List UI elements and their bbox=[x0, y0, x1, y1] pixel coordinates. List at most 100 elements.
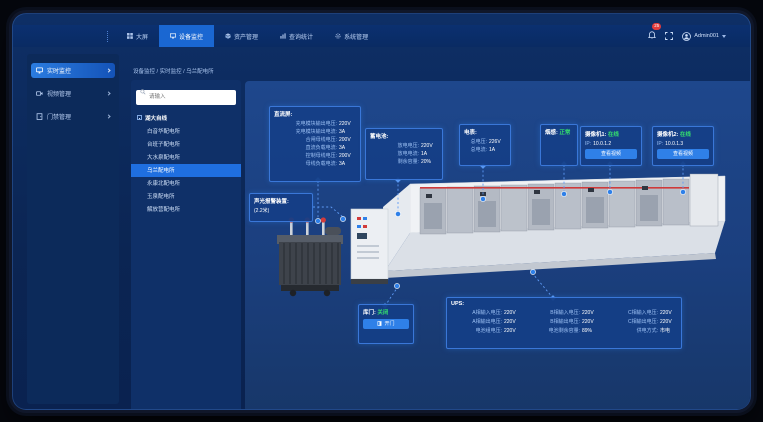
nav-item-label: 设备监控 bbox=[179, 32, 203, 41]
nav-item-assets[interactable]: 资产管理 bbox=[214, 25, 269, 47]
metric-label: 总电流: bbox=[464, 146, 487, 154]
sidebar-item-realtime-monitor[interactable]: 实时监控 bbox=[31, 63, 115, 78]
tree-root-label: 湖大自线 bbox=[145, 114, 167, 122]
search-input[interactable] bbox=[136, 90, 236, 105]
camera1-panel: 摄像机1: 在线 IP:10.0.1.2 查看视频 bbox=[580, 126, 642, 166]
chevron-right-icon bbox=[106, 68, 110, 72]
notification-bell[interactable]: 25 bbox=[648, 27, 656, 45]
metric-label: 剩余容量: bbox=[370, 158, 419, 166]
metric-label: 电池组电压: bbox=[451, 327, 502, 335]
sidebar-item-access-control[interactable]: 门禁管理 bbox=[31, 109, 115, 124]
panel-title: 电表: bbox=[464, 128, 506, 136]
panel-title: 蓄电池: bbox=[370, 132, 438, 140]
metric-label: 直流负载电流: bbox=[274, 144, 337, 152]
search-icon bbox=[140, 89, 146, 95]
metric-label: 放电电流: bbox=[370, 150, 419, 158]
collapse-icon bbox=[137, 115, 142, 120]
nav-item-label: 系统管理 bbox=[344, 32, 368, 41]
ip-value: 10.0.1.3 bbox=[665, 140, 683, 148]
metric-value: 220V bbox=[660, 309, 677, 317]
metric-label: 合闸母线电压: bbox=[274, 136, 337, 144]
metric-value: 1A bbox=[421, 150, 438, 158]
smoke-status: 正常 bbox=[559, 130, 570, 136]
ups-metrics-grid: A相输入电压:220V B相输入电压:220V C相输入电压:220V A相输出… bbox=[451, 309, 677, 335]
panel-title: UPS: bbox=[451, 301, 677, 307]
metric-value: 3A bbox=[339, 144, 356, 152]
bell-icon bbox=[648, 31, 656, 40]
sound-alarm-panel: 声光报警装置: (2.2米) bbox=[249, 193, 313, 222]
tree-item-station[interactable]: 永康北配电所 bbox=[131, 177, 241, 190]
sidebar-item-label: 门禁管理 bbox=[47, 112, 71, 121]
metric-label: 充电模块输出电流: bbox=[274, 128, 337, 136]
panel-title: 直流屏: bbox=[274, 110, 356, 118]
sidebar-item-label: 视频管理 bbox=[47, 89, 71, 98]
user-name: Admin001 bbox=[694, 33, 719, 39]
tree-item-station[interactable]: 白音华配电所 bbox=[131, 125, 241, 138]
camera-label: 摄像机1: bbox=[585, 132, 606, 138]
door-status: 关闭 bbox=[377, 310, 388, 316]
metric-value: 220V bbox=[504, 309, 521, 317]
station-tree-panel: 湖大自线 白音华配电所 台班子配电所 大水泉配电所 乌兰配电所 永康北配电所 玉… bbox=[131, 80, 241, 410]
monitor-icon bbox=[170, 33, 176, 39]
sidebar-item-video-manage[interactable]: 视频管理 bbox=[31, 86, 115, 101]
metric-label: C相输入电压: bbox=[607, 309, 658, 317]
metric-value: 220V bbox=[339, 120, 356, 128]
sound-alarm-label: 声光报警装置: bbox=[254, 197, 308, 205]
smoke-sensor-panel: 烟感: 正常 bbox=[540, 124, 578, 166]
sound-alarm-value: (2.2米) bbox=[254, 207, 271, 215]
metric-value: 200V bbox=[339, 152, 356, 160]
open-door-button[interactable]: 开门 bbox=[363, 319, 409, 329]
metric-label: 供电方式: bbox=[607, 327, 658, 335]
tree-item-station-selected[interactable]: 乌兰配电所 bbox=[131, 164, 241, 177]
metric-label: 放电电压: bbox=[370, 142, 419, 150]
metric-value: 220V bbox=[504, 327, 521, 335]
metric-value: 200V bbox=[339, 136, 356, 144]
metric-label: 电池剩余容量: bbox=[529, 327, 580, 335]
metric-label: A相输出电压: bbox=[451, 318, 502, 326]
left-sidebar: 实时监控 视频管理 门禁管理 bbox=[27, 54, 119, 404]
sidebar-item-label: 实时监控 bbox=[47, 66, 71, 75]
monitor-icon bbox=[36, 67, 43, 74]
ip-value: 10.0.1.2 bbox=[593, 140, 611, 148]
metric-value: 220V bbox=[582, 309, 599, 317]
grid-icon bbox=[127, 33, 133, 39]
metric-label: B相输入电压: bbox=[529, 309, 580, 317]
tree-item-station[interactable]: 大水泉配电所 bbox=[131, 151, 241, 164]
ip-label: IP: bbox=[585, 140, 591, 148]
door-label: 库门: bbox=[363, 310, 376, 316]
ups-panel: UPS: A相输入电压:220V B相输入电压:220V C相输入电压:220V… bbox=[446, 297, 682, 349]
gear-icon bbox=[335, 33, 341, 39]
chevron-down-icon bbox=[722, 35, 726, 38]
view-video-button[interactable]: 查看视频 bbox=[585, 149, 637, 159]
open-door-label: 开门 bbox=[384, 321, 394, 327]
user-avatar-icon bbox=[682, 32, 691, 41]
metric-label: C相输出电压: bbox=[607, 318, 658, 326]
smoke-label: 烟感: bbox=[545, 130, 558, 136]
metric-value: 20% bbox=[421, 158, 438, 166]
tree-root-node[interactable]: 湖大自线 bbox=[131, 111, 241, 125]
fullscreen-icon[interactable] bbox=[665, 32, 673, 40]
nav-item-device-monitor[interactable]: 设备监控 bbox=[159, 25, 214, 47]
user-menu[interactable]: Admin001 bbox=[682, 32, 726, 41]
metric-value: 226V bbox=[489, 138, 506, 146]
metric-label: A相输入电压: bbox=[451, 309, 502, 317]
bar-chart-icon bbox=[280, 33, 286, 39]
desktop-background: 大屏 设备监控 资产管理 查询统计 系统管理 25 bbox=[0, 0, 763, 422]
app-window: 大屏 设备监控 资产管理 查询统计 系统管理 25 bbox=[12, 13, 751, 410]
metric-value: 220V bbox=[582, 318, 599, 326]
nav-item-dashboard[interactable]: 大屏 bbox=[116, 25, 159, 47]
door-icon bbox=[36, 113, 43, 120]
tree-item-station[interactable]: 解放营配电所 bbox=[131, 203, 241, 216]
video-camera-icon bbox=[36, 90, 43, 97]
nav-item-label: 大屏 bbox=[136, 32, 148, 41]
view-video-button[interactable]: 查看视频 bbox=[657, 149, 709, 159]
metric-value: 3A bbox=[339, 128, 356, 136]
chevron-right-icon bbox=[106, 114, 110, 118]
tree-item-station[interactable]: 台班子配电所 bbox=[131, 138, 241, 151]
tree-item-station[interactable]: 玉泉配电所 bbox=[131, 190, 241, 203]
nav-item-system[interactable]: 系统管理 bbox=[324, 25, 379, 47]
dc-screen-panel: 直流屏: 充电模块输出电压:220V 充电模块输出电流:3A 合闸母线电压:20… bbox=[269, 106, 361, 182]
nav-item-query-stats[interactable]: 查询统计 bbox=[269, 25, 324, 47]
ip-label: IP: bbox=[657, 140, 663, 148]
battery-panel: 蓄电池: 放电电压:220V 放电电流:1A 剩余容量:20% bbox=[365, 128, 443, 180]
